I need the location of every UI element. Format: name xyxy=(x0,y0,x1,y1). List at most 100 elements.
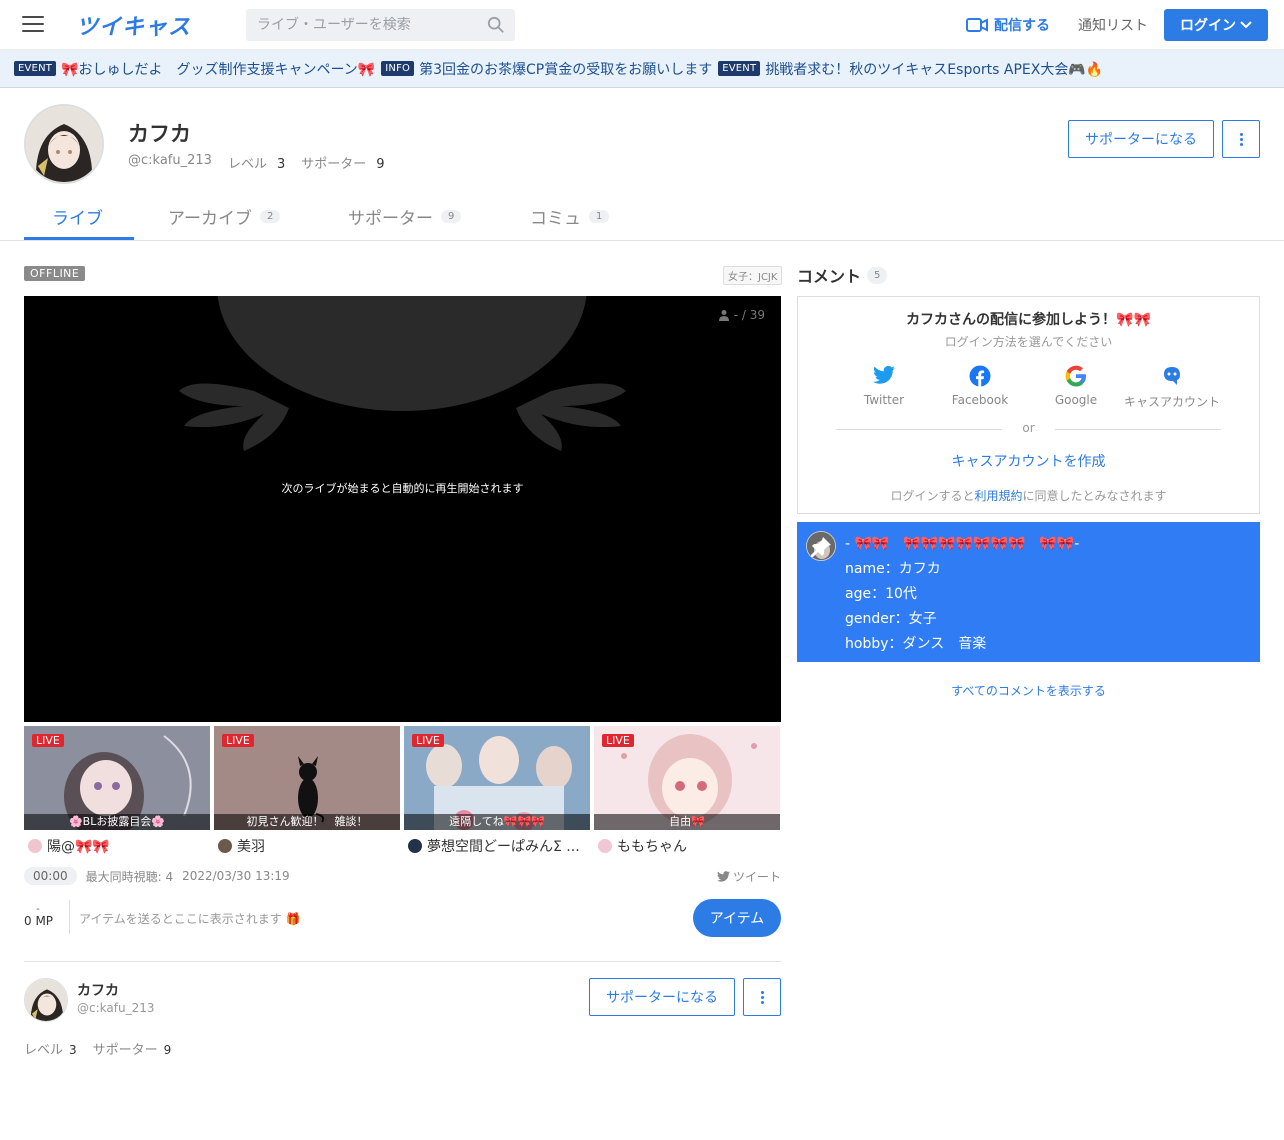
tweet-link[interactable]: ツイート xyxy=(716,868,781,885)
send-item-button[interactable]: アイテム xyxy=(693,899,781,937)
pin-icon xyxy=(811,537,831,557)
broadcast-link[interactable]: 配信する xyxy=(966,15,1050,35)
recommended-live-card[interactable]: LIVE 🌸BLお披露目会🌸 陽@🎀🎀 xyxy=(24,726,210,856)
create-account-link[interactable]: キャスアカウントを作成 xyxy=(798,451,1259,471)
recommended-live-card[interactable]: LIVE 遠隔してね🎀🎀🎀 夢想空間どーぱみんΣ ... xyxy=(404,726,590,856)
tab-count: 1 xyxy=(589,210,610,223)
ticker-badge: EVENT xyxy=(14,61,57,76)
profile-name: カフカ xyxy=(128,122,191,146)
video-player[interactable]: - / 39 次のライブが始まると自動的に再生開始されます xyxy=(24,296,781,722)
twitter-login-button[interactable]: Twitter xyxy=(836,365,932,407)
items-hint: アイテムを送るとここに表示されます 🎁 xyxy=(79,912,301,926)
site-logo[interactable]: ツイキャス xyxy=(76,9,191,41)
twitter-icon xyxy=(873,365,895,384)
divider xyxy=(24,961,781,962)
person-icon xyxy=(718,310,729,321)
login-prompt-card: カフカさんの配信に参加しよう！🎀🎀 ログイン方法を選んでください Twitter… xyxy=(797,296,1260,514)
pinned-comment-text: - 🎀🎀 🎀🎀🎀🎀🎀🎀🎀 🎀🎀- name：カフカ age：10代 gender… xyxy=(845,536,1080,652)
tab-count: 2 xyxy=(259,210,281,223)
more-options-button[interactable] xyxy=(1222,120,1260,158)
login-prompt-subtitle: ログイン方法を選んでください xyxy=(944,335,1113,349)
live-caption: 自由🎀 xyxy=(594,814,780,830)
live-badge: LIVE xyxy=(602,734,634,747)
active-tab-indicator xyxy=(24,237,134,240)
google-icon xyxy=(1065,365,1086,387)
terms-link[interactable]: 利用規約 xyxy=(974,489,1022,503)
profile-level: レベル 3 xyxy=(227,157,286,172)
menu-icon[interactable] xyxy=(22,16,44,34)
top-header: ツイキャス 配信する 通知リスト ログイン xyxy=(0,0,1284,50)
user-supporters[interactable]: サポーター 9 xyxy=(93,1039,172,1058)
avatar xyxy=(598,839,612,853)
show-all-comments-link[interactable]: すべてのコメントを表示する xyxy=(797,682,1260,699)
facebook-login-button[interactable]: Facebook xyxy=(932,365,1028,407)
live-caption: 遠隔してね🎀🎀🎀 xyxy=(404,814,590,830)
mp-dash: - xyxy=(36,904,40,915)
live-owner: ももちゃん xyxy=(598,836,778,856)
twitter-bird-icon xyxy=(716,871,730,882)
ticker-text: 🎀おしゅしだよ グッズ制作支援キャンペーン🎀 xyxy=(61,61,376,78)
or-separator: or xyxy=(836,421,1221,435)
search-box xyxy=(246,9,515,41)
live-owner: 陽@🎀🎀 xyxy=(28,836,208,856)
ticker-item[interactable]: EVENT 挑戦者求む！秋のツイキャスEsports APEX大会🎮🔥 xyxy=(718,59,1103,79)
comment-count: 5 xyxy=(867,266,888,284)
more-options-button[interactable] xyxy=(743,978,781,1016)
user-level: レベル 3 xyxy=(24,1043,77,1058)
genre-tag[interactable]: 女子：JCJK xyxy=(723,266,783,285)
google-login-button[interactable]: Google xyxy=(1028,365,1124,407)
news-ticker: EVENT 🎀おしゅしだよ グッズ制作支援キャンペーン🎀 INFO 第3回金のお茶爆… xyxy=(0,50,1284,88)
profile-id: @c:kafu_213 xyxy=(128,153,212,168)
login-prompt-title: カフカさんの配信に参加しよう！🎀🎀 xyxy=(906,312,1151,328)
become-supporter-button[interactable]: サポーターになる xyxy=(1068,120,1214,158)
search-icon[interactable] xyxy=(487,16,505,34)
live-owner: 夢想空間どーぱみんΣ ... xyxy=(408,836,588,856)
recommended-live-card[interactable]: LIVE 自由🎀 ももちゃん xyxy=(594,726,780,856)
profile-supporters[interactable]: サポーター 9 xyxy=(301,153,384,172)
avatar[interactable] xyxy=(24,978,68,1022)
recommended-lives: LIVE 🌸BLお披露目会🌸 陽@🎀🎀 LIVE 初見さん歓迎！ 雑談！ 美羽 … xyxy=(24,726,781,856)
user-name[interactable]: カフカ xyxy=(77,980,119,1000)
mp-value: 0 MP xyxy=(24,914,54,928)
offline-badge: OFFLINE xyxy=(24,266,86,281)
live-date: 2022/03/30 13:19 xyxy=(182,869,290,883)
tab-community[interactable]: コミュ 1 xyxy=(530,204,610,229)
profile-tabs: ライブ アーカイブ 2 サポーター 9 コミュ 1 xyxy=(0,196,1284,241)
terms-notice: ログインすると利用規約に同意したとみなされます xyxy=(890,489,1167,503)
comments-header: コメント 5 xyxy=(797,263,888,287)
live-owner: 美羽 xyxy=(218,836,398,856)
broadcast-label: 配信する xyxy=(994,18,1050,34)
ticker-text: 第3回金のお茶爆CP賞金の受取をお願いします xyxy=(419,61,713,78)
live-badge: LIVE xyxy=(412,734,444,747)
max-viewers: 最大同時視聴: 4 xyxy=(85,869,174,884)
ticker-text: 挑戦者求む！秋のツイキャスEsports APEX大会🎮🔥 xyxy=(765,61,1104,78)
login-button[interactable]: ログイン xyxy=(1164,9,1268,41)
twitcasting-icon xyxy=(1164,367,1180,385)
video-camera-icon xyxy=(966,18,988,32)
profile-avatar[interactable] xyxy=(24,104,104,184)
player-message: 次のライブが始まると自動的に再生開始されます xyxy=(281,482,524,495)
tab-count: 9 xyxy=(441,210,462,223)
recommended-live-card[interactable]: LIVE 初見さん歓迎！ 雑談！ 美羽 xyxy=(214,726,400,856)
viewer-count: - / 39 xyxy=(718,308,765,322)
avatar xyxy=(218,839,232,853)
divider xyxy=(69,900,70,934)
profile-meta: @c:kafu_213 レベル 3 サポーター 9 xyxy=(128,153,385,172)
cas-account-login-button[interactable]: キャスアカウント xyxy=(1124,365,1220,410)
mascot-silhouette-icon xyxy=(179,296,626,451)
mp-counter: - 0 MP xyxy=(24,904,54,929)
user-id: @c:kafu_213 xyxy=(77,1001,155,1015)
facebook-icon xyxy=(969,365,991,387)
ticker-item[interactable]: EVENT 🎀おしゅしだよ グッズ制作支援キャンペーン🎀 xyxy=(14,59,375,79)
become-supporter-button[interactable]: サポーターになる xyxy=(589,978,735,1016)
notification-list-link[interactable]: 通知リスト xyxy=(1078,15,1148,35)
tab-supporters[interactable]: サポーター 9 xyxy=(348,204,462,229)
live-badge: LIVE xyxy=(32,734,64,747)
ticker-badge: INFO xyxy=(381,61,415,76)
live-caption: 🌸BLお披露目会🌸 xyxy=(24,814,210,830)
ticker-item[interactable]: INFO 第3回金のお茶爆CP賞金の受取をお願いします xyxy=(381,59,712,79)
tab-live[interactable]: ライブ xyxy=(52,204,103,229)
search-input[interactable] xyxy=(246,9,476,41)
live-meta-row: 00:00 最大同時視聴: 4 2022/03/30 13:19 ツイート xyxy=(24,866,781,886)
tab-archive[interactable]: アーカイブ 2 xyxy=(168,204,281,229)
